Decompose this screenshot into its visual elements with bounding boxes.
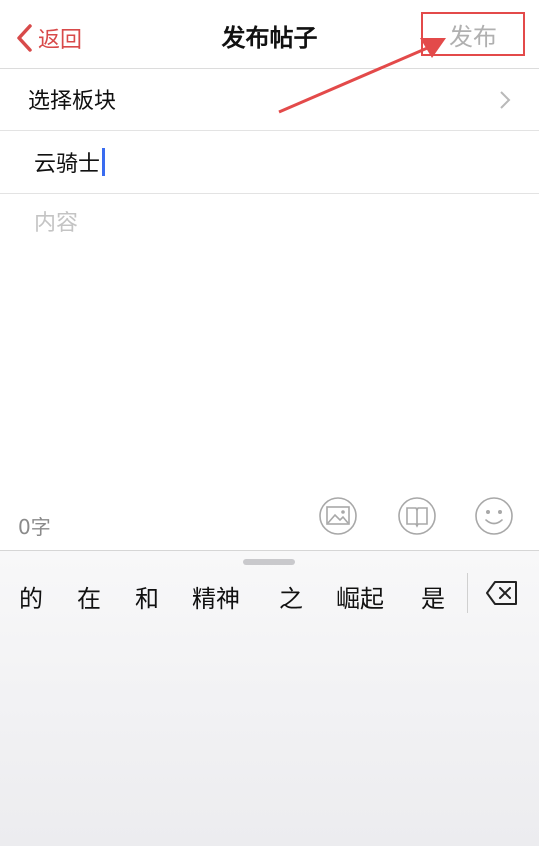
candidate-word[interactable]: 之 — [279, 579, 303, 614]
word-count: 0字 — [18, 515, 51, 539]
chevron-right-icon — [500, 91, 511, 109]
drag-handle[interactable] — [243, 559, 295, 565]
candidate-word[interactable]: 在 — [77, 579, 101, 614]
title-value: 云骑士 — [34, 152, 101, 177]
content-field[interactable]: 内容 — [34, 205, 78, 237]
emoji-icon[interactable] — [474, 496, 514, 536]
text-caret — [102, 148, 106, 176]
candidate-word[interactable]: 的 — [19, 579, 43, 614]
candidate-word[interactable]: 和 — [135, 579, 159, 614]
candidate-word[interactable]: 精神 — [192, 579, 240, 614]
book-icon[interactable] — [397, 496, 437, 536]
section-selector-label: 选择板块 — [28, 89, 117, 114]
navigation-bar: 返回 发布帖子 发布 — [0, 0, 539, 69]
image-icon[interactable] — [318, 496, 358, 536]
publish-label: 发布 — [449, 22, 497, 51]
candidate-word[interactable]: 崛起 — [336, 579, 384, 614]
publish-button[interactable]: 发布 — [421, 12, 525, 56]
candidate-divider — [467, 573, 468, 613]
candidate-bar: 的 在 和 精神 之 崛起 是 — [0, 573, 539, 619]
section-selector[interactable]: 选择板块 — [0, 68, 539, 131]
title-field[interactable]: 云骑士 — [0, 131, 539, 194]
candidate-word[interactable]: 是 — [421, 579, 445, 614]
backspace-icon[interactable] — [485, 579, 519, 607]
keyboard-panel: 的 在 和 精神 之 崛起 是 — [0, 550, 539, 846]
